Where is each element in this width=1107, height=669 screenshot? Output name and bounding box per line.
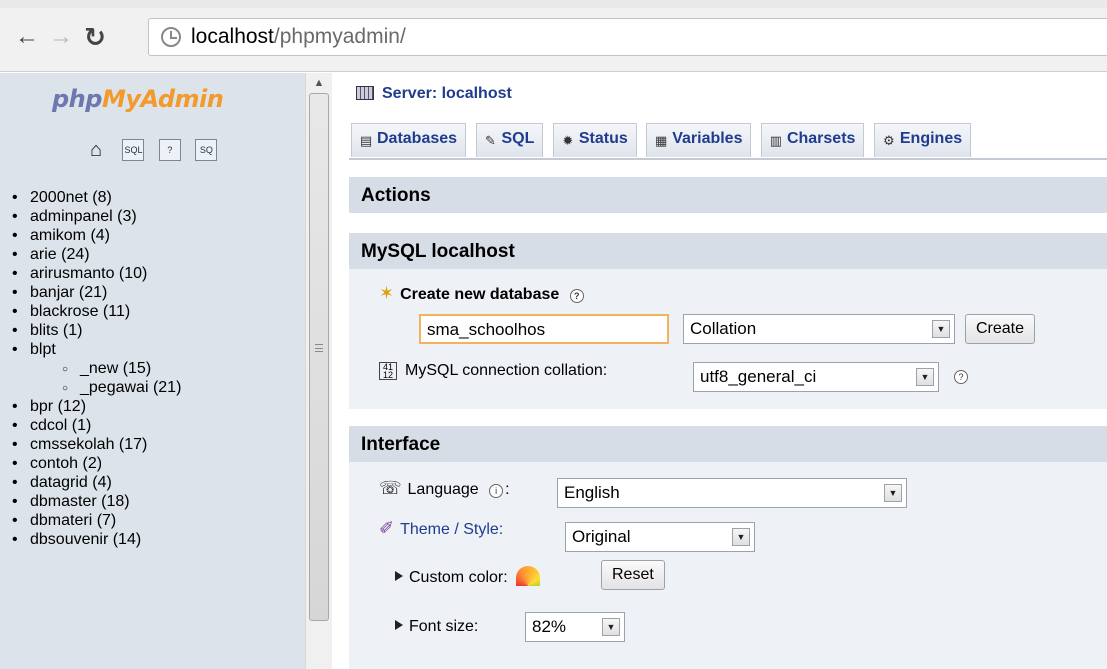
variables-icon: ▦ [655,133,668,148]
reset-color-button[interactable]: Reset [601,560,665,590]
chevron-down-icon[interactable]: ▼ [916,368,934,386]
custom-color-label[interactable]: Custom color: [395,566,541,587]
chevron-down-icon[interactable]: ▼ [932,320,950,338]
database-list-item[interactable]: arie (24) [12,245,312,264]
chevron-down-icon[interactable]: ▼ [732,528,750,546]
database-list-item[interactable]: cdcol (1) [12,416,312,435]
database-list-item[interactable]: contoh (2) [12,454,312,473]
tab-status[interactable]: ✹ Status [552,123,637,157]
server-tabs: ▤ Databases ✎ SQL ✹ Status ▦ Variables ▥ Char… [351,123,976,159]
database-list-item[interactable]: blackrose (11) [12,302,312,321]
database-list-item[interactable]: datagrid (4) [12,473,312,492]
forward-arrow-icon[interactable]: → [46,22,76,52]
scrollbar-thumb[interactable] [309,93,329,621]
documentation-icon[interactable]: ? [158,139,181,161]
engines-icon: ⚙ [883,133,895,148]
expand-triangle-icon[interactable] [395,571,403,581]
help-icon[interactable]: ? [954,370,968,384]
database-list-item[interactable]: blits (1) [12,321,312,340]
theme-select[interactable]: Original ▼ [565,522,755,552]
interface-section-heading: Interface [349,426,1107,462]
database-list-item[interactable]: adminpanel (3) [12,207,312,226]
server-icon [356,86,374,100]
mysql-section-heading: MySQL localhost [349,233,1107,269]
create-database-label: ✶ Create new database ? [379,283,584,304]
charsets-icon: ▥ [769,133,783,148]
info-icon[interactable]: i [489,484,504,498]
expand-triangle-icon[interactable] [395,620,403,630]
database-list-item[interactable]: 2000net (8) [12,188,312,207]
database-list-item[interactable]: _pegawai (21) [12,378,312,398]
create-database-button[interactable]: Create [965,314,1036,344]
language-select[interactable]: English ▼ [557,478,907,508]
navigation-buttons: ⌂ SQL ? SQ [84,139,227,167]
database-list-item[interactable]: _new (15) [12,359,312,379]
databases-icon: ▤ [359,133,373,148]
chevron-down-icon[interactable]: ▼ [884,484,902,502]
connection-collation-label: 41 12 MySQL connection collation: [379,362,607,380]
rainbow-icon[interactable] [516,566,541,586]
theme-brush-icon: ✐ [379,518,395,538]
sql-icon: ✎ [485,133,496,148]
actions-heading: Actions [349,177,1107,213]
database-list-item[interactable]: dbmateri (7) [12,511,312,530]
scroll-up-arrow-icon[interactable]: ▲ [306,73,332,93]
tab-charsets[interactable]: ▥ Charsets [760,123,865,157]
collation-select[interactable]: Collation ▼ [683,314,955,344]
language-label: ☏ Language i: [379,478,510,498]
mysql-section: ✶ Create new database ? sma_schoolhos Col… [349,269,1107,409]
back-arrow-icon[interactable]: ← [12,22,42,52]
database-list: 2000net (8)adminpanel (3)amikom (4)arie … [12,188,312,549]
browser-toolbar: ← → ↻ localhost/phpmyadmin/ [0,0,1107,72]
navigation-scrollbar[interactable]: ▲ [305,73,332,669]
tab-engines[interactable]: ⚙ Engines [873,123,972,157]
scroll-grip-icon [315,344,323,352]
font-size-select[interactable]: 82% ▼ [525,612,625,642]
sql-query-icon[interactable]: SQL [122,139,145,161]
new-database-icon: ✶ [379,283,395,303]
connection-collation-select[interactable]: utf8_general_ci ▼ [693,362,939,392]
url-text[interactable]: localhost/phpmyadmin/ [191,25,406,49]
home-icon[interactable]: ⌂ [84,139,108,161]
tab-databases[interactable]: ▤ Databases [351,123,467,157]
database-list-item[interactable]: amikom (4) [12,226,312,245]
database-list-item[interactable]: cmssekolah (17) [12,435,312,454]
database-list-item[interactable]: banjar (21) [12,283,312,302]
navigation-frame: phpMyAdmin ⌂ SQL ? SQ 2000net (8)adminpa… [0,73,332,669]
status-icon: ✹ [562,133,574,148]
tab-variables[interactable]: ▦ Variables [646,123,752,157]
server-breadcrumb[interactable]: Server: localhost [356,85,512,103]
database-list-item[interactable]: bpr (12) [12,397,312,416]
chevron-down-icon[interactable]: ▼ [602,618,620,636]
database-list-item[interactable]: arirusmanto (10) [12,264,312,283]
address-bar[interactable]: localhost/phpmyadmin/ [148,18,1107,56]
main-frame: Server: localhost ▤ Databases ✎ SQL ✹ Statu… [333,73,1107,669]
tab-sql[interactable]: ✎ SQL [475,123,544,157]
font-size-label: Font size: [395,618,478,636]
language-icon: ☏ [379,478,402,498]
theme-style-link[interactable]: ✐ Theme / Style: [379,518,503,539]
interface-section: ☏ Language i: English ▼ ✐ Theme / Style: O… [349,462,1107,669]
sql-docs-icon[interactable]: SQ [195,139,218,161]
new-database-name-input[interactable]: sma_schoolhos [419,314,669,344]
help-icon[interactable]: ? [569,289,584,303]
database-list-item[interactable]: dbmaster (18) [12,492,312,511]
collation-icon: 41 12 [379,362,397,380]
reload-icon[interactable]: ↻ [80,22,110,52]
database-list-item[interactable]: blpt [12,340,312,359]
tab-divider [349,158,1107,160]
database-list-item[interactable]: dbsouvenir (14) [12,530,312,549]
phpmyadmin-logo[interactable]: phpMyAdmin [52,85,224,113]
page-info-icon[interactable] [161,27,181,47]
window-top-edge [0,0,1107,8]
